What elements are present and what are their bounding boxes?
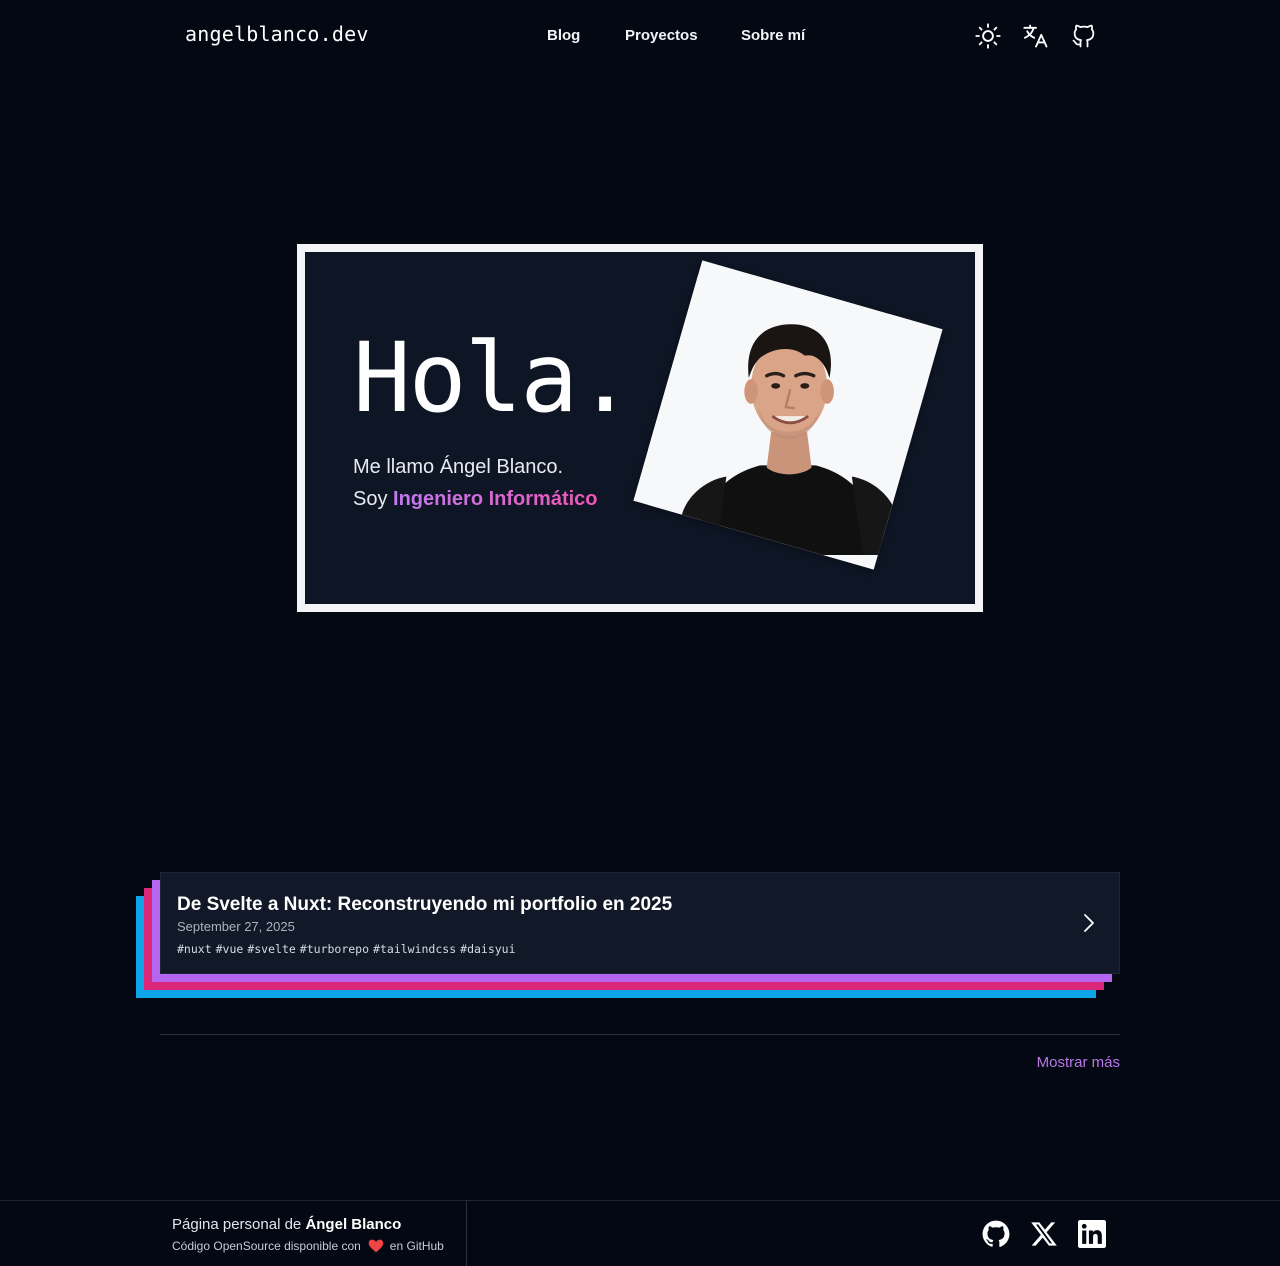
hero-card: Hola. Me llamo Ángel Blanco. Soy Ingenie… (297, 244, 983, 612)
show-more-link[interactable]: Mostrar más (1037, 1054, 1120, 1071)
footer-source-prefix: Código OpenSource disponible con (172, 1239, 361, 1253)
post-tag: #daisyui (460, 942, 516, 956)
hero-role: Ingeniero Informático (393, 488, 598, 510)
heart-icon (368, 1239, 384, 1253)
footer-linkedin-button[interactable] (1078, 1220, 1106, 1248)
sun-icon (975, 23, 1001, 49)
post-tag: #nuxt (177, 942, 212, 956)
hero-role-prefix: Soy (353, 488, 394, 510)
translate-icon (1023, 24, 1048, 48)
site-logo[interactable]: angelblanco.dev (185, 22, 369, 46)
post-tag: #tailwindcss (373, 942, 457, 956)
footer-author-name: Ángel Blanco (305, 1216, 402, 1233)
nav-link-projects[interactable]: Proyectos (625, 27, 698, 44)
footer-x-button[interactable] (1030, 1220, 1058, 1248)
page: angelblanco.dev Blog Proyectos Sobre mí … (0, 0, 1280, 1266)
post-card[interactable]: De Svelte a Nuxt: Reconstruyendo mi port… (160, 872, 1120, 974)
footer-source: Código OpenSource disponible con en GitH… (172, 1239, 444, 1253)
section-divider (160, 1034, 1120, 1035)
post-tag: #svelte (247, 942, 296, 956)
hero-intro: Me llamo Ángel Blanco. (353, 456, 564, 478)
post-tag: #vue (215, 942, 244, 956)
chevron-right-icon[interactable] (1079, 911, 1099, 935)
github-header-button[interactable] (1068, 20, 1100, 52)
footer-credit: Página personal de Ángel Blanco (172, 1216, 401, 1233)
footer-github-button[interactable] (982, 1220, 1010, 1248)
hero-role-line: Soy Ingeniero Informático (353, 488, 598, 511)
profile-photo (633, 260, 943, 570)
post-tags: #nuxt #vue #svelte #turborepo #tailwindcss #d… (177, 942, 520, 956)
github-icon (1072, 24, 1095, 48)
nav-link-about[interactable]: Sobre mí (741, 27, 805, 44)
language-button[interactable] (1020, 20, 1052, 52)
nav-link-blog[interactable]: Blog (547, 27, 580, 44)
github-icon (982, 1220, 1010, 1247)
hero-title: Hola. (353, 322, 634, 434)
footer-credit-prefix: Página personal de (172, 1216, 306, 1233)
portrait-illustration (648, 275, 928, 555)
x-icon (1031, 1222, 1057, 1246)
post-tag: #turborepo (299, 942, 370, 956)
footer-separator (466, 1201, 467, 1266)
post-date: September 27, 2025 (177, 919, 295, 934)
theme-toggle-button[interactable] (972, 20, 1004, 52)
footer: Página personal de Ángel Blanco Código O… (0, 1200, 1280, 1266)
footer-github-link[interactable]: en GitHub (390, 1239, 444, 1253)
linkedin-icon (1078, 1220, 1106, 1248)
post-title[interactable]: De Svelte a Nuxt: Reconstruyendo mi port… (177, 894, 672, 916)
